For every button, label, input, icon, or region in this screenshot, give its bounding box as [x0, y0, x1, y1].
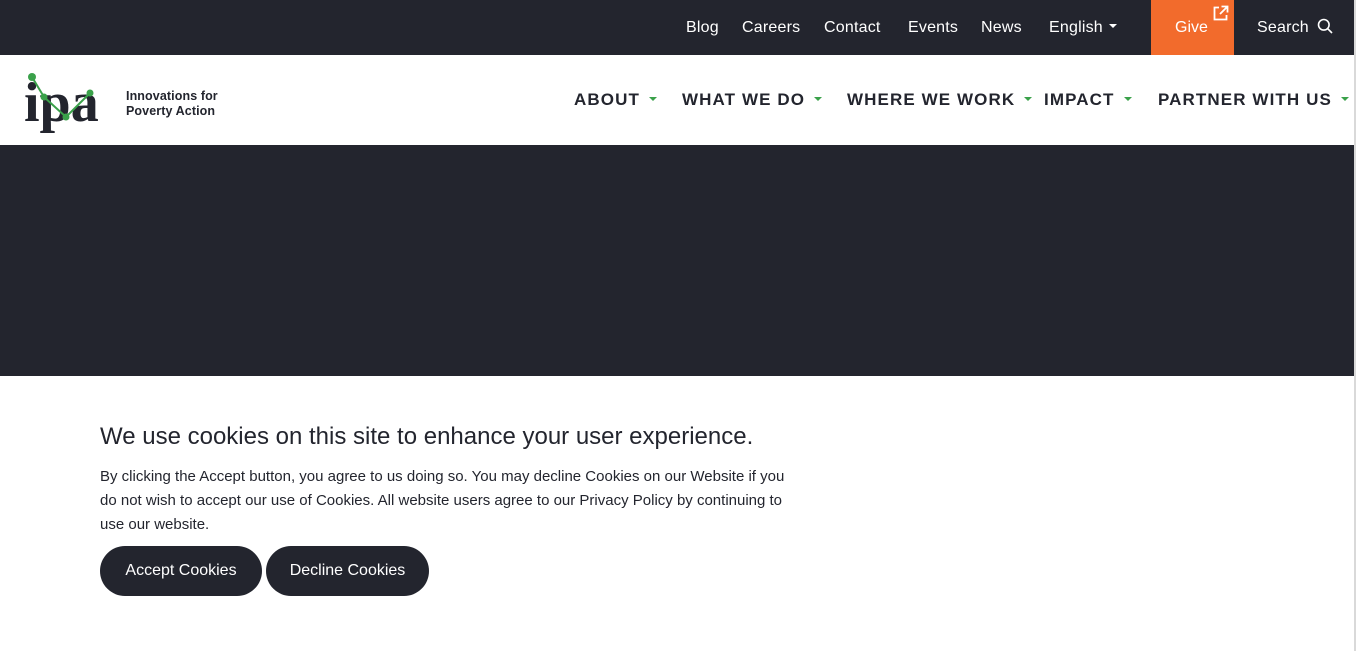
- main-header: ipa Innovations for Poverty Action ABOUT…: [0, 55, 1354, 145]
- nav-partner-with-us[interactable]: PARTNER WITH US: [1158, 55, 1349, 145]
- decline-cookies-button[interactable]: Decline Cookies: [266, 546, 429, 596]
- give-button[interactable]: Give: [1151, 0, 1234, 55]
- cookie-description: By clicking the Accept button, you agree…: [100, 468, 785, 533]
- caret-down-icon: [1024, 96, 1033, 101]
- search-icon: [1317, 18, 1333, 34]
- language-selector[interactable]: English: [1049, 0, 1117, 55]
- caret-down-icon: [1108, 23, 1117, 28]
- nav-what-we-do[interactable]: WHAT WE DO: [682, 55, 823, 145]
- ipa-logo-mark: ipa: [24, 72, 99, 134]
- utility-link-careers[interactable]: Careers: [742, 0, 800, 55]
- search-label: Search: [1257, 19, 1309, 36]
- nav-partner-with-us-label: PARTNER WITH US: [1158, 90, 1332, 109]
- cookie-consent-banner: We use cookies on this site to enhance y…: [0, 376, 1354, 651]
- nav-where-we-work-label: WHERE WE WORK: [847, 90, 1016, 109]
- caret-down-icon: [1123, 96, 1132, 101]
- utility-link-blog[interactable]: Blog: [686, 0, 719, 55]
- caret-down-icon: [1340, 96, 1349, 101]
- give-label: Give: [1175, 19, 1208, 36]
- utility-bar: Blog Careers Contact Events News English…: [0, 0, 1354, 55]
- caret-down-icon: [648, 96, 657, 101]
- nav-what-we-do-label: WHAT WE DO: [682, 90, 806, 109]
- logo-wordmark: Innovations for Poverty Action: [126, 89, 218, 119]
- nav-about[interactable]: ABOUT: [574, 55, 657, 145]
- logo-line-2: Poverty Action: [126, 104, 216, 118]
- language-label: English: [1049, 19, 1103, 36]
- utility-link-contact[interactable]: Contact: [824, 0, 881, 55]
- nav-about-label: ABOUT: [574, 90, 640, 109]
- search-button[interactable]: Search: [1257, 0, 1333, 55]
- nav-where-we-work[interactable]: WHERE WE WORK: [847, 55, 1033, 145]
- utility-link-events[interactable]: Events: [908, 0, 958, 55]
- utility-link-news[interactable]: News: [981, 0, 1022, 55]
- nav-impact-label: IMPACT: [1044, 90, 1115, 109]
- ipa-logo[interactable]: ipa Innovations for Poverty Action: [24, 71, 224, 135]
- cookie-title: We use cookies on this site to enhance y…: [100, 423, 754, 450]
- external-link-icon: [1213, 5, 1229, 21]
- nav-impact[interactable]: IMPACT: [1044, 55, 1132, 145]
- hero-banner: [0, 145, 1354, 376]
- caret-down-icon: [814, 96, 823, 101]
- accept-cookies-button[interactable]: Accept Cookies: [100, 546, 262, 596]
- logo-line-1: Innovations for: [126, 89, 218, 103]
- page-scrollbar[interactable]: [1354, 0, 1356, 651]
